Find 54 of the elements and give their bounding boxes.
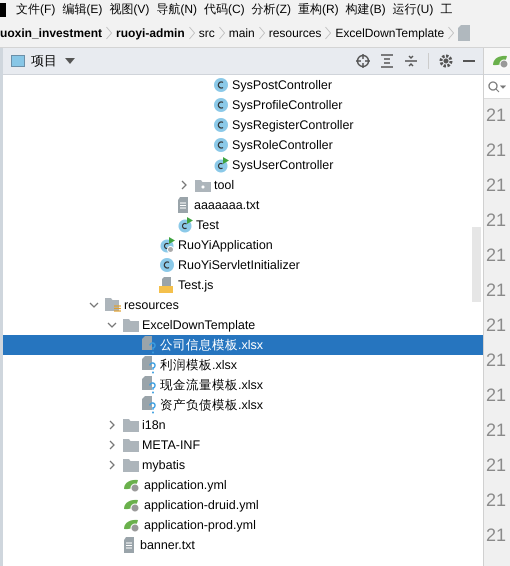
breadcrumb-item[interactable]: resources: [268, 26, 322, 40]
menu-item[interactable]: 分析(Z): [252, 1, 291, 18]
file-tree-item[interactable]: SysProfileController: [3, 95, 483, 115]
folder-tree-item[interactable]: ExcelDownTemplate: [3, 315, 483, 335]
menu-item[interactable]: 构建(B): [346, 1, 386, 18]
folder-tree-item[interactable]: i18n: [3, 415, 483, 435]
line-number: 21: [485, 140, 508, 162]
file-tree-item[interactable]: 现金流量模板.xlsx: [3, 375, 483, 395]
folder-tree-item[interactable]: resources: [3, 295, 483, 315]
file-tree-item[interactable]: SysPostController: [3, 75, 483, 95]
file-tree-item[interactable]: application-prod.yml: [3, 515, 483, 535]
file-tree-item[interactable]: banner.txt: [3, 535, 483, 555]
breadcrumb-item[interactable]: uoxin_investment: [0, 26, 102, 40]
line-number: 21: [485, 175, 508, 197]
line-number: 21: [485, 210, 508, 232]
line-number: 21: [485, 385, 508, 407]
line-number: 21: [485, 350, 508, 372]
file-tree-item[interactable]: application-druid.yml: [3, 495, 483, 515]
file-tree-item[interactable]: application.yml: [3, 475, 483, 495]
file-tree-item[interactable]: RuoYiServletInitializer: [3, 255, 483, 275]
line-number: 21: [485, 105, 508, 127]
file-tree-item[interactable]: Test.js: [3, 275, 483, 295]
file-tree-item[interactable]: 公司信息模板.xlsx: [3, 335, 483, 355]
breadcrumb-item[interactable]: ExcelDownTemplate: [335, 26, 444, 40]
file-tree-item[interactable]: 资产负债模板.xlsx: [3, 395, 483, 415]
file-tree-item[interactable]: SysRoleController: [3, 135, 483, 155]
line-number: 21: [485, 420, 508, 442]
menu-item[interactable]: 重构(R): [298, 1, 339, 18]
menu-item[interactable]: 编辑(E): [62, 1, 102, 18]
breadcrumb-item[interactable]: src: [198, 26, 215, 40]
line-number: 21: [485, 315, 508, 337]
file-tree-item[interactable]: Test: [3, 215, 483, 235]
menu-item[interactable]: 代码(C): [204, 1, 245, 18]
menu-item[interactable]: 文件(F): [16, 1, 56, 18]
menu-item[interactable]: 工: [440, 1, 452, 18]
file-tree-item[interactable]: RuoYiApplication: [3, 235, 483, 255]
line-number: 21: [485, 525, 508, 547]
file-tree-item[interactable]: aaaaaaa.txt: [3, 195, 483, 215]
file-tree-item[interactable]: SysRegisterController: [3, 115, 483, 135]
line-number: 21: [485, 490, 508, 512]
folder-tree-item[interactable]: META-INF: [3, 435, 483, 455]
menu-item[interactable]: 运行(U): [392, 1, 434, 18]
line-number: 21: [485, 245, 508, 267]
line-number: 21: [485, 455, 508, 477]
panel-title: 项目: [31, 52, 57, 70]
file-tree-item[interactable]: SysUserController: [3, 155, 483, 175]
file-tree-item[interactable]: 利润模板.xlsx: [3, 355, 483, 375]
breadcrumb-item[interactable]: ruoyi-admin: [116, 26, 185, 40]
menu-item[interactable]: 导航(N): [156, 1, 197, 18]
folder-tree-item[interactable]: tool: [3, 175, 483, 195]
menu-item[interactable]: 视图(V): [109, 1, 150, 18]
folder-tree-item[interactable]: mybatis: [3, 455, 483, 475]
line-number: 21: [485, 280, 508, 302]
breadcrumb-item[interactable]: main: [228, 26, 255, 40]
